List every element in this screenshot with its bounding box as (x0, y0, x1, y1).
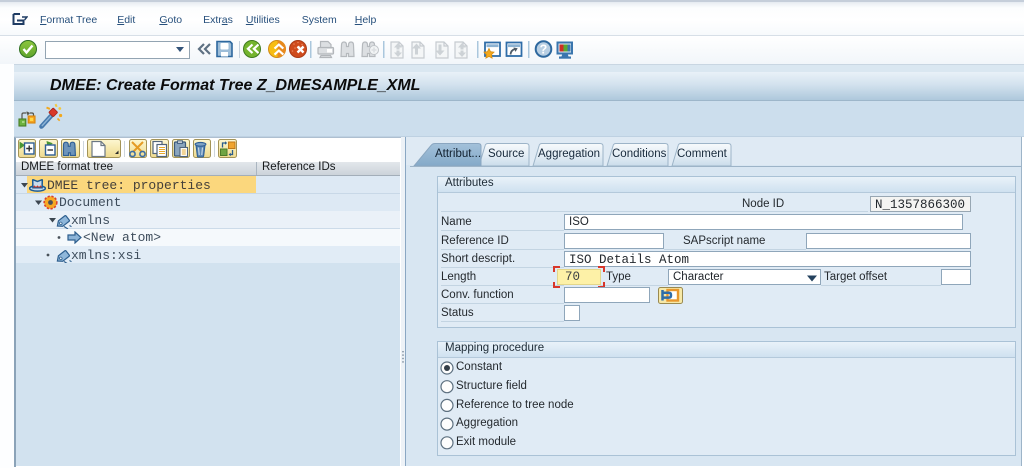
svg-text:?: ? (540, 43, 548, 57)
